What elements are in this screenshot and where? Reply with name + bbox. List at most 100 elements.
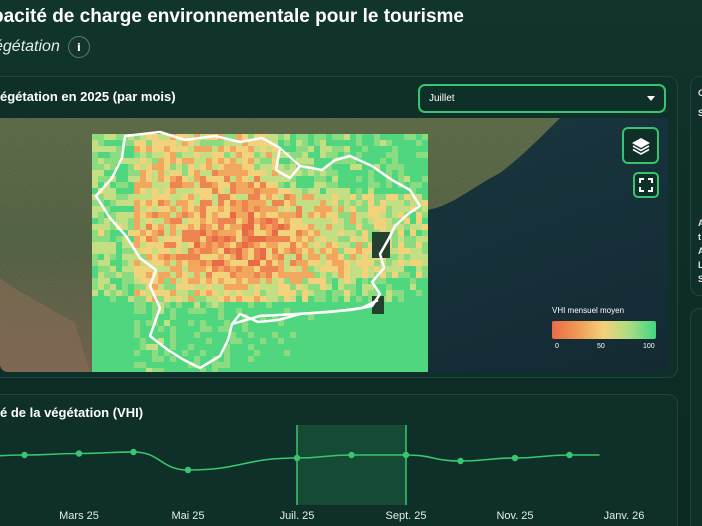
vhi-cell <box>158 254 164 260</box>
vhi-cell <box>116 236 122 242</box>
vhi-cell <box>224 170 230 176</box>
vhi-cell <box>188 152 194 158</box>
vhi-cell <box>188 338 194 344</box>
vhi-cell <box>194 182 200 188</box>
vhi-cell <box>290 362 296 368</box>
vhi-cell <box>134 224 140 230</box>
vhi-cell <box>380 224 386 230</box>
vhi-cell <box>404 338 410 344</box>
vhi-cell <box>158 182 164 188</box>
data-point[interactable] <box>511 454 519 462</box>
data-point[interactable] <box>402 451 410 459</box>
vhi-cell <box>314 332 320 338</box>
vhi-cell <box>164 314 170 320</box>
vhi-cell <box>212 284 218 290</box>
vhi-cell <box>392 188 398 194</box>
vhi-cell <box>236 212 242 218</box>
vhi-cell <box>128 206 134 212</box>
vhi-cell <box>362 182 368 188</box>
vhi-cell <box>122 302 128 308</box>
data-point[interactable] <box>184 466 192 474</box>
vhi-cell <box>338 368 344 372</box>
vhi-cell <box>140 194 146 200</box>
data-point[interactable] <box>75 450 83 457</box>
vhi-cell <box>236 230 242 236</box>
vhi-cell <box>374 332 380 338</box>
vhi-cell <box>338 176 344 182</box>
vhi-cell <box>344 302 350 308</box>
vhi-cell <box>98 236 104 242</box>
vhi-cell <box>176 344 182 350</box>
vhi-cell <box>308 314 314 320</box>
vhi-cell <box>248 284 254 290</box>
vhi-cell <box>362 146 368 152</box>
vhi-cell <box>338 224 344 230</box>
vhi-cell <box>374 176 380 182</box>
vhi-cell <box>146 344 152 350</box>
vhi-cell <box>266 206 272 212</box>
vhi-cell <box>146 194 152 200</box>
vhi-cell <box>116 326 122 332</box>
vhi-cell <box>188 206 194 212</box>
vhi-cell <box>410 266 416 272</box>
vhi-cell <box>206 368 212 372</box>
vhi-cell <box>386 188 392 194</box>
vhi-cell <box>158 176 164 182</box>
vhi-cell <box>218 272 224 278</box>
vhi-cell <box>128 308 134 314</box>
info-button[interactable]: i <box>67 36 90 58</box>
data-point[interactable] <box>21 451 28 459</box>
vhi-cell <box>356 146 362 152</box>
vhi-cell <box>302 170 308 176</box>
vhi-cell <box>392 350 398 356</box>
data-point[interactable] <box>457 457 464 465</box>
vhi-cell <box>266 272 272 278</box>
vhi-cell <box>236 350 242 356</box>
vhi-cell <box>272 236 278 242</box>
vhi-cell <box>188 242 194 248</box>
data-point[interactable] <box>566 451 573 459</box>
vhi-cell <box>404 278 410 284</box>
layers-button[interactable] <box>622 127 659 164</box>
vhi-cell <box>272 272 278 278</box>
vhi-cell <box>206 194 212 200</box>
vhi-cell <box>338 362 344 368</box>
vhi-cell <box>368 134 374 140</box>
vhi-cell <box>326 290 332 296</box>
vhi-cell <box>284 218 290 224</box>
vhi-cell <box>248 260 254 266</box>
vhi-cell <box>350 176 356 182</box>
vhi-cell <box>344 338 350 344</box>
vhi-cell <box>308 158 314 164</box>
vhi-cell <box>278 212 284 218</box>
vhi-cell <box>122 170 128 176</box>
vhi-cell <box>278 338 284 344</box>
vhi-cell <box>98 338 104 344</box>
vhi-cell <box>332 260 338 266</box>
vhi-cell <box>362 314 368 320</box>
vhi-cell <box>368 194 374 200</box>
layers-icon <box>631 137 650 155</box>
month-select[interactable]: Juillet <box>418 84 666 113</box>
data-point[interactable] <box>130 448 137 456</box>
data-point[interactable] <box>348 451 355 459</box>
vhi-cell <box>278 200 284 206</box>
fullscreen-button[interactable] <box>633 172 659 198</box>
vhi-cell <box>206 158 212 164</box>
vhi-cell <box>206 350 212 356</box>
vhi-cell <box>404 284 410 290</box>
vhi-cell <box>146 188 152 194</box>
vhi-cell <box>116 266 122 272</box>
vhi-cell <box>140 266 146 272</box>
vhi-cell <box>398 140 404 146</box>
vhi-cell <box>416 272 422 278</box>
vhi-cell <box>236 260 242 266</box>
vhi-cell <box>212 296 218 302</box>
data-point[interactable] <box>293 454 301 462</box>
vhi-cell <box>200 164 206 170</box>
vhi-cell <box>386 344 392 350</box>
vhi-cell <box>104 272 110 278</box>
vhi-cell <box>398 272 404 278</box>
vhi-cell <box>380 320 386 326</box>
vhi-cell <box>164 218 170 224</box>
